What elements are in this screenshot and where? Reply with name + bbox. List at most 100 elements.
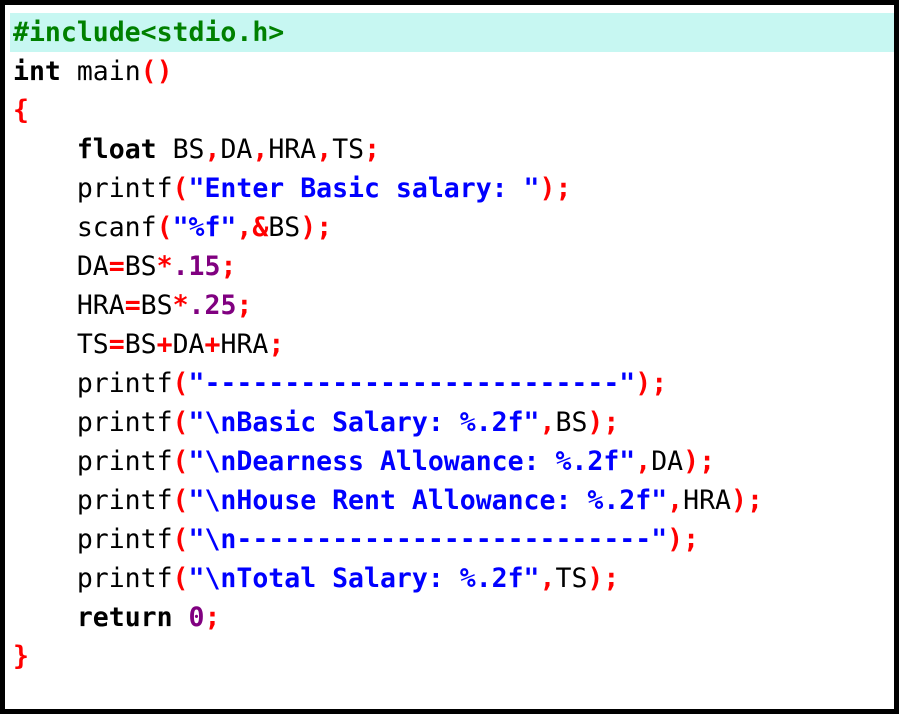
code-token-punct: , [635, 446, 652, 477]
code-token-plain: HRA [268, 134, 317, 165]
code-token-punct: ( [172, 524, 189, 555]
code-token-number: 0 [188, 602, 205, 633]
code-token-preproc: #include<stdio.h> [13, 17, 285, 48]
code-token-plain: BS [268, 212, 301, 243]
code-line: int main() [10, 52, 894, 91]
code-token-plain: printf [13, 407, 173, 438]
code-token-punct: = [108, 251, 125, 282]
code-token-plain: BS [124, 251, 157, 282]
code-token-string: "\n--------------------------" [188, 524, 668, 555]
code-token-punct: , [316, 134, 333, 165]
code-line: printf("\nHouse Rent Allowance: %.2f",HR… [10, 481, 894, 520]
code-line: HRA=BS*.25; [10, 286, 894, 325]
code-token-plain: BS [140, 290, 173, 321]
code-token-plain: printf [13, 524, 173, 555]
code-token-string: "%f" [172, 212, 237, 243]
code-token-punct: ; [204, 602, 221, 633]
code-token-string: "\nTotal Salary: %.2f" [188, 563, 540, 594]
code-line: { [10, 91, 894, 130]
code-token-punct: { [13, 95, 29, 126]
code-token-punct: ( [172, 485, 189, 516]
code-token-string: "--------------------------" [188, 368, 636, 399]
code-editor: #include<stdio.h> int main(){ float BS,DA… [10, 13, 894, 676]
code-token-punct: ); [587, 563, 620, 594]
code-token-punct: ; [268, 329, 285, 360]
code-token-punct: + [156, 329, 173, 360]
code-line: printf("\nTotal Salary: %.2f",TS); [10, 559, 894, 598]
code-token-string: "\nDearness Allowance: %.2f" [188, 446, 636, 477]
code-token-punct: ( [172, 563, 189, 594]
code-token-plain: HRA [683, 485, 731, 516]
code-token-plain: HRA [13, 290, 125, 321]
code-token-plain: TS [13, 329, 109, 360]
code-token-punct: ,& [236, 212, 269, 243]
code-line: #include<stdio.h> [10, 13, 894, 52]
code-token-plain: BS [124, 329, 157, 360]
code-token-punct: ; [236, 290, 253, 321]
code-token-punct: ); [667, 524, 700, 555]
code-token-punct: ; [220, 251, 237, 282]
code-token-punct: ( [172, 173, 189, 204]
code-token-punct: ); [300, 212, 333, 243]
code-token-plain: DA [651, 446, 684, 477]
code-token-punct: * [156, 251, 173, 282]
code-line: scanf("%f",&BS); [10, 208, 894, 247]
code-token-plain: scanf [13, 212, 157, 243]
code-token-plain: DA [13, 251, 109, 282]
code-screenshot-frame: #include<stdio.h> int main(){ float BS,DA… [0, 0, 899, 714]
code-token-punct: * [172, 290, 189, 321]
code-token-plain: TS [555, 563, 588, 594]
code-token-punct: () [140, 56, 173, 87]
code-token-punct: ); [539, 173, 572, 204]
code-token-plain: HRA [220, 329, 269, 360]
code-token-punct: ); [731, 485, 763, 516]
code-token-punct: ); [683, 446, 716, 477]
code-token-plain: DA [172, 329, 205, 360]
code-token-punct: , [539, 563, 556, 594]
code-token-string: "Enter Basic salary: " [188, 173, 540, 204]
code-token-plain: main [60, 56, 141, 87]
code-token-keyword: int [13, 56, 61, 87]
code-token-punct: ); [635, 368, 668, 399]
code-token-number: .15 [172, 251, 221, 282]
code-token-punct: , [252, 134, 269, 165]
code-token-keyword: return [76, 602, 173, 633]
code-token-plain: printf [13, 368, 173, 399]
code-line: float BS,DA,HRA,TS; [10, 130, 894, 169]
code-token-plain: BS [156, 134, 205, 165]
code-token-punct: = [108, 329, 125, 360]
code-token-punct: , [667, 485, 684, 516]
code-line: printf("Enter Basic salary: "); [10, 169, 894, 208]
code-token-plain: printf [13, 563, 173, 594]
code-line: TS=BS+DA+HRA; [10, 325, 894, 364]
code-token-punct: ); [587, 407, 620, 438]
code-line: printf("\nDearness Allowance: %.2f",DA); [10, 442, 894, 481]
code-token-plain: DA [220, 134, 253, 165]
code-token-string: "\nBasic Salary: %.2f" [188, 407, 540, 438]
code-token-plain: printf [13, 446, 173, 477]
code-token-keyword: float [76, 134, 157, 165]
code-token-plain: printf [13, 173, 173, 204]
code-line: DA=BS*.15; [10, 247, 894, 286]
code-token-punct: , [204, 134, 221, 165]
code-token-plain: BS [555, 407, 588, 438]
code-token-punct: ( [156, 212, 173, 243]
code-token-punct: = [124, 290, 141, 321]
code-token-punct: } [13, 641, 29, 672]
code-line: printf("\n--------------------------"); [10, 520, 894, 559]
code-line: printf("--------------------------"); [10, 364, 894, 403]
code-token-plain: printf [13, 485, 173, 516]
code-token-punct: + [204, 329, 221, 360]
code-token-punct: ; [364, 134, 381, 165]
code-token-plain: TS [332, 134, 365, 165]
code-line: printf("\nBasic Salary: %.2f",BS); [10, 403, 894, 442]
code-token-punct: ( [172, 446, 189, 477]
code-line: return 0; [10, 598, 894, 637]
code-token-string: "\nHouse Rent Allowance: %.2f" [188, 485, 668, 516]
code-token-number: .25 [188, 290, 237, 321]
code-token-punct: , [539, 407, 556, 438]
code-line: } [10, 637, 894, 676]
code-token-punct: ( [172, 368, 189, 399]
